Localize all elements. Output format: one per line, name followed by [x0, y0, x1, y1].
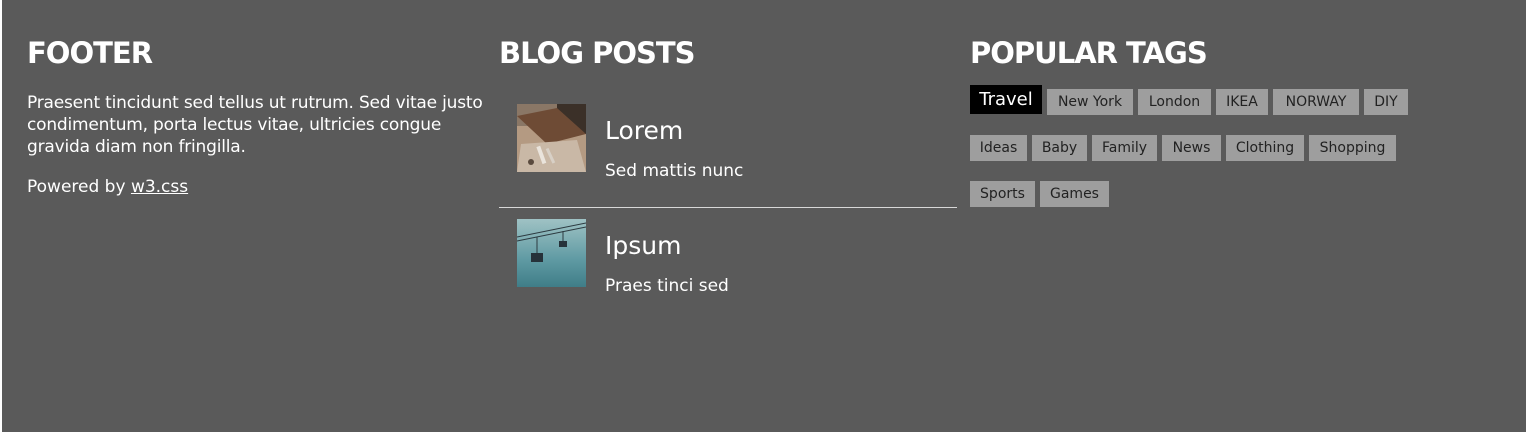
tag-ikea[interactable]: IKEA	[1216, 89, 1268, 115]
tag-norway[interactable]: NORWAY	[1273, 89, 1359, 115]
powered-by-line: Powered by w3.css	[27, 176, 188, 198]
tag-sports[interactable]: Sports	[970, 181, 1035, 207]
tag-clothing[interactable]: Clothing	[1226, 135, 1304, 161]
blog-post-thumbnail-workshop	[517, 104, 586, 172]
tag-new-york[interactable]: New York	[1047, 89, 1133, 115]
w3css-link[interactable]: w3.css	[131, 177, 188, 197]
blog-post-thumbnail-cable-car	[517, 219, 586, 287]
footer-heading: FOOTER	[27, 36, 153, 70]
tag-london[interactable]: London	[1138, 89, 1211, 115]
blog-post-subtitle: Sed mattis nunc	[605, 161, 744, 181]
blog-post-title: Ipsum	[605, 231, 682, 260]
tag-games[interactable]: Games	[1040, 181, 1109, 207]
page-footer: FOOTER Praesent tincidunt sed tellus ut …	[2, 0, 1526, 432]
blog-posts-heading: BLOG POSTS	[499, 36, 696, 70]
tag-travel[interactable]: Travel	[970, 85, 1042, 114]
powered-by-label: Powered by	[27, 177, 131, 197]
tag-diy[interactable]: DIY	[1364, 89, 1408, 115]
blog-post-item[interactable]: Lorem Sed mattis nunc	[499, 93, 957, 208]
tag-news[interactable]: News	[1162, 135, 1221, 161]
tag-family[interactable]: Family	[1092, 135, 1157, 161]
popular-tags-heading: POPULAR TAGS	[970, 36, 1208, 70]
blog-post-item[interactable]: Ipsum Praes tinci sed	[499, 208, 957, 322]
tag-baby[interactable]: Baby	[1032, 135, 1087, 161]
blog-post-subtitle: Praes tinci sed	[605, 276, 729, 296]
tag-ideas[interactable]: Ideas	[970, 135, 1027, 161]
tag-shopping[interactable]: Shopping	[1309, 135, 1396, 161]
footer-description: Praesent tincidunt sed tellus ut rutrum.…	[27, 93, 483, 157]
blog-post-title: Lorem	[605, 116, 684, 145]
